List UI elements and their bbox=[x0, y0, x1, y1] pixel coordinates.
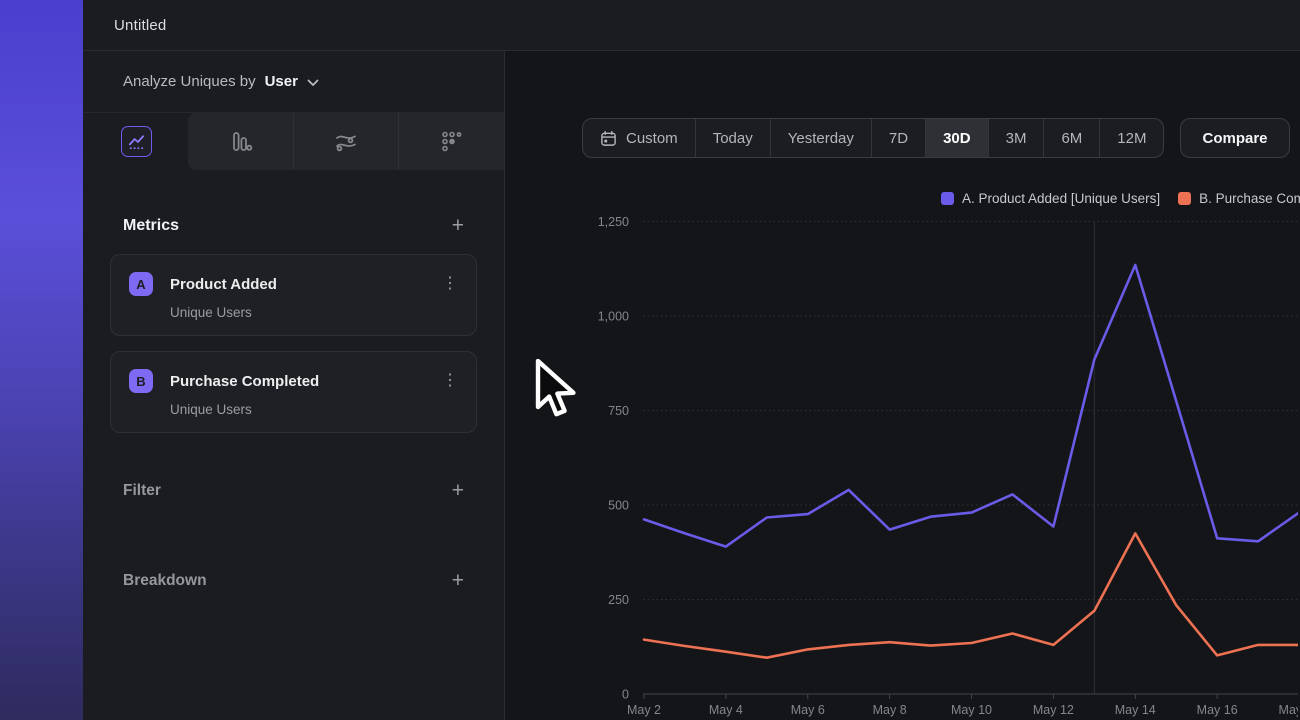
y-axis-tick-label: 1,250 bbox=[598, 215, 629, 229]
filter-title: Filter bbox=[123, 482, 161, 500]
grid-dots-icon bbox=[439, 129, 464, 154]
chevron-down-icon[interactable] bbox=[307, 79, 319, 87]
analyze-by-label: Analyze Uniques by bbox=[123, 73, 256, 90]
series-line-b[interactable] bbox=[644, 533, 1298, 657]
metrics-header: Metrics + bbox=[123, 216, 464, 236]
y-axis-tick-label: 0 bbox=[622, 688, 629, 702]
add-metric-button[interactable]: + bbox=[452, 216, 464, 236]
chart-type-tab-strip bbox=[188, 113, 504, 170]
kebab-menu-icon[interactable]: ⋮ bbox=[442, 373, 458, 389]
mouse-cursor bbox=[534, 359, 584, 425]
x-axis-tick-label: May 4 bbox=[709, 703, 743, 717]
metric-name[interactable]: Product Added bbox=[170, 276, 442, 293]
chart-panel: CustomTodayYesterday7D30D3M6M12M Compare… bbox=[505, 51, 1300, 720]
analyze-by-row: Analyze Uniques by User bbox=[83, 51, 504, 113]
y-axis-tick-label: 250 bbox=[608, 593, 629, 607]
x-axis-tick-label: May 2 bbox=[627, 703, 661, 717]
chart-type-tabs bbox=[83, 113, 504, 170]
metrics-title: Metrics bbox=[123, 217, 179, 235]
y-axis-tick-label: 1,000 bbox=[598, 310, 629, 324]
analyze-by-value[interactable]: User bbox=[265, 73, 298, 90]
add-breakdown-button[interactable]: + bbox=[452, 571, 464, 591]
metric-measure[interactable]: Unique Users bbox=[170, 402, 458, 417]
line-chart-icon bbox=[127, 132, 146, 151]
metric-badge-b: B bbox=[129, 369, 153, 393]
background-gradient bbox=[0, 0, 83, 720]
screen: Untitled Analyze Uniques by User bbox=[0, 0, 1300, 720]
tab-grid[interactable] bbox=[398, 113, 504, 170]
tab-line-chart[interactable] bbox=[121, 126, 152, 157]
x-axis-tick-label: May 12 bbox=[1033, 703, 1074, 717]
series-line-a[interactable] bbox=[644, 265, 1298, 547]
metric-name[interactable]: Purchase Completed bbox=[170, 373, 442, 390]
x-axis-tick-label: May 10 bbox=[951, 703, 992, 717]
bar-chart-icon bbox=[228, 129, 253, 154]
tab-flow[interactable] bbox=[293, 113, 399, 170]
add-filter-button[interactable]: + bbox=[452, 481, 464, 501]
x-axis-tick-label: May 16 bbox=[1197, 703, 1238, 717]
tab-bar-chart[interactable] bbox=[188, 113, 293, 170]
x-axis-tick-label: May 14 bbox=[1115, 703, 1156, 717]
line-chart[interactable]: 0 250 500 750 1,000 1,250 May 2 May 4 May 6 May 8… bbox=[505, 51, 1298, 720]
metric-card-b[interactable]: B Purchase Completed ⋮ Unique Users bbox=[110, 351, 477, 433]
metric-measure[interactable]: Unique Users bbox=[170, 305, 458, 320]
metric-badge-a: A bbox=[129, 272, 153, 296]
flow-icon bbox=[333, 129, 359, 155]
x-axis-tick-label: May 8 bbox=[873, 703, 907, 717]
y-axis-tick-label: 500 bbox=[608, 499, 629, 513]
breakdown-title: Breakdown bbox=[123, 572, 207, 590]
report-title[interactable]: Untitled bbox=[114, 17, 166, 34]
y-axis-tick-label: 750 bbox=[608, 404, 629, 418]
breakdown-section: Breakdown + bbox=[123, 567, 464, 595]
filter-section: Filter + bbox=[123, 477, 464, 505]
x-axis-tick-label: May 6 bbox=[791, 703, 825, 717]
sidebar: Analyze Uniques by User bbox=[83, 51, 505, 720]
app-window: Untitled Analyze Uniques by User bbox=[83, 0, 1300, 720]
kebab-menu-icon[interactable]: ⋮ bbox=[442, 276, 458, 292]
metric-card-a[interactable]: A Product Added ⋮ Unique Users bbox=[110, 254, 477, 336]
x-axis-tick-label: May 18 bbox=[1279, 703, 1298, 717]
top-bar: Untitled bbox=[83, 0, 1300, 51]
